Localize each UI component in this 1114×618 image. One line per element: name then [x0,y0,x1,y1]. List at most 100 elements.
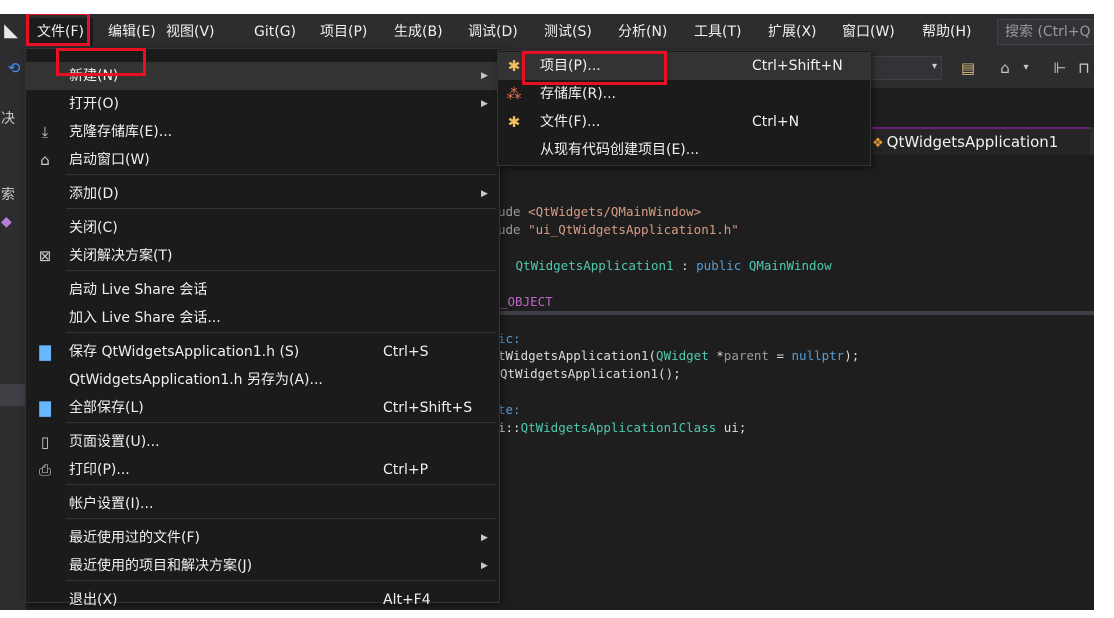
menu-separator [66,174,496,175]
property-icon[interactable]: ⊩ [1050,58,1070,78]
file-menu-item-label: 启动 Live Share 会话 [69,282,208,298]
file-menu-item[interactable]: ⤓ 克隆存储库(E)... [26,118,499,146]
menubar: ◣ 文件(F) 编辑(E) 视图(V) Git(G) 项目(P) 生成(B) 调… [0,14,1094,50]
code-line: ic: [498,331,521,346]
code-token: ( [648,348,657,363]
code-token: QtWidgetsApplication1Class [520,420,717,435]
print-icon: ⎙ [38,461,51,479]
code-token: nullptr [791,348,845,363]
pin-icon[interactable]: ⊓ [1074,58,1094,78]
file-menu-item[interactable]: 帐户设置(I)... [26,490,499,518]
code-token: te: [498,402,521,417]
file-menu-item-label: 打开(O) [69,96,119,112]
file-menu-item[interactable]: ⌂ 启动窗口(W) [26,146,499,174]
folder-icon[interactable]: ▤ [958,58,978,78]
new-submenu-item-shortcut: Ctrl+N [752,114,800,130]
new-project-icon: ✱ [507,57,521,75]
menu-debug[interactable]: 调试(D) [459,18,527,46]
search-panel-label: 索 [1,187,15,203]
file-menu-item-label: 关闭(C) [69,220,118,236]
code-line: _OBJECT [500,294,553,309]
file-menu-item-label: 全部保存(L) [69,400,144,416]
file-menu-item-shortcut: Ctrl+Shift+S [383,400,473,416]
file-menu-item[interactable]: 启动 Live Share 会话 [26,276,499,304]
menu-view[interactable]: 视图(V) [157,18,224,46]
file-menu-item[interactable]: 退出(X) Alt+F4 [26,586,499,610]
menu-project[interactable]: 项目(P) [311,18,376,46]
save-all-icon: ▇ [39,399,51,417]
code-token: "ui_QtWidgetsApplication1.h" [528,222,739,237]
dropdown-arrow-icon[interactable]: ▾ [1016,58,1036,78]
home-icon[interactable]: ⌂ [995,58,1015,78]
left-tool-strip: 决 索 ◆ [0,88,26,610]
code-token: parent [723,348,769,363]
editor-splitter[interactable] [496,311,1094,315]
code-token: * [708,348,724,363]
new-submenu-item[interactable]: ✱ 项目(P)... Ctrl+Shift+N [498,52,870,80]
file-menu-item[interactable]: 加入 Live Share 会话... [26,304,499,332]
new-submenu-item[interactable]: ⁂ 存储库(R)... [498,80,870,108]
file-menu-item[interactable]: QtWidgetsApplication1.h 另存为(A)... [26,366,499,394]
code-line: QtWidgetsApplication1(); [500,366,681,381]
new-submenu-item-label: 存储库(R)... [540,86,617,102]
file-menu-item-label: 帐户设置(I)... [69,496,154,512]
code-line: te: [498,402,521,417]
menu-analyze[interactable]: 分析(N) [609,18,676,46]
file-menu-item[interactable]: ▇ 全部保存(L) Ctrl+Shift+S [26,394,499,422]
editor-tab[interactable]: ❖ QtWidgetsApplication1 [866,127,1090,155]
file-menu-item[interactable]: 添加(D) ▶ [26,180,499,208]
menu-build[interactable]: 生成(B) [385,18,452,46]
file-menu-item[interactable]: 最近使用的项目和解决方案(J) ▶ [26,552,499,580]
ide-window: ◣ 文件(F) 编辑(E) 视图(V) Git(G) 项目(P) 生成(B) 调… [0,14,1094,610]
new-submenu-item-label: 文件(F)... [540,114,601,130]
menu-test[interactable]: 测试(S) [535,18,601,46]
new-submenu: ✱ 项目(P)... Ctrl+Shift+N ⁂ 存储库(R)... ✱ 文件(F)...… [497,50,871,166]
search-input[interactable]: 搜索 (Ctrl+Q [997,19,1094,45]
file-menu-item-label: 添加(D) [69,186,119,202]
file-menu-item[interactable]: 新建(N) ▶ [26,62,499,90]
new-submenu-item[interactable]: 从现有代码创建项目(E)... [498,136,870,164]
code-token: QWidget [656,348,709,363]
toolbar-combo[interactable]: ▾ [866,56,942,80]
file-menu-item[interactable]: ▇ 保存 QtWidgetsApplication1.h (S) Ctrl+S [26,338,499,366]
menu-extensions[interactable]: 扩展(X) [759,18,826,46]
file-menu-item[interactable]: 关闭(C) [26,214,499,242]
file-menu-item[interactable]: ⊠ 关闭解决方案(T) [26,242,499,270]
code-token: ); [844,348,860,363]
new-submenu-item[interactable]: ✱ 文件(F)... Ctrl+N [498,108,870,136]
code-token: ic: [498,331,521,346]
file-menu-item[interactable]: ⎙ 打印(P)... Ctrl+P [26,456,499,484]
menu-file[interactable]: 文件(F) [28,18,93,46]
file-menu-item-shortcut: Alt+F4 [383,592,431,608]
menu-edit[interactable]: 编辑(E) [99,18,165,46]
code-token: ude [498,222,529,237]
file-menu-item[interactable]: 最近使用过的文件(F) ▶ [26,524,499,552]
code-line: ude <QtWidgets/QMainWindow> [498,204,701,219]
submenu-arrow-icon: ▶ [481,533,488,543]
file-menu-item-label: 最近使用过的文件(F) [69,530,200,546]
menu-help[interactable]: 帮助(H) [913,18,980,46]
file-menu-item-label: 保存 QtWidgetsApplication1.h (S) [69,344,300,360]
submenu-arrow-icon: ▶ [481,561,488,571]
strip-selection [0,384,26,406]
file-menu: 新建(N) ▶ 打开(O) ▶ ⤓ 克隆存储库(E)... ⌂ 启动窗口(W) 添加(D) ▶ 关闭… [25,48,500,608]
code-token: i:: [498,420,521,435]
code-token: : [673,258,697,273]
code-token: ui; [716,420,747,435]
file-menu-item-label: 克隆存储库(E)... [69,124,173,140]
menu-separator [66,270,496,271]
code-line: QtWidgetsApplication1 : public QMainWind… [508,258,832,273]
file-menu-item[interactable]: ▯ 页面设置(U)... [26,428,499,456]
menu-tools[interactable]: 工具(T) [685,18,750,46]
navigate-back-icon[interactable]: ⟲ [4,58,24,78]
file-menu-item-shortcut: Ctrl+S [383,344,429,360]
code-token: public [696,258,742,273]
editor-tab-title: QtWidgetsApplication1 [886,133,1059,151]
menu-git[interactable]: Git(G) [245,18,305,46]
menu-window[interactable]: 窗口(W) [833,18,904,46]
file-menu-item-label: 页面设置(U)... [69,434,160,450]
file-menu-item[interactable]: 打开(O) ▶ [26,90,499,118]
code-editor[interactable]: ude <QtWidgets/QMainWindow> ude "ui_QtWid… [496,155,1094,610]
code-token: <QtWidgets/QMainWindow> [528,204,702,219]
code-line: ude "ui_QtWidgetsApplication1.h" [498,222,739,237]
